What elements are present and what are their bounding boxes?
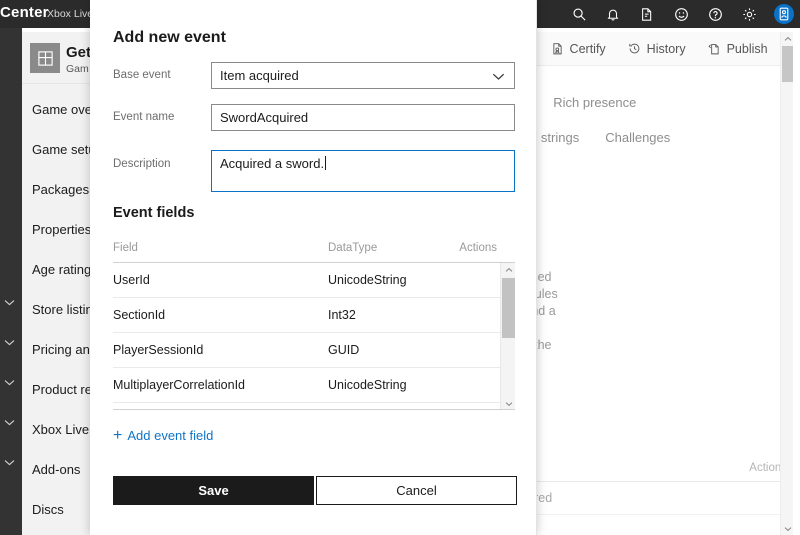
- bell-icon[interactable]: [604, 5, 622, 23]
- event-name-input[interactable]: SwordAcquired: [211, 104, 515, 131]
- command-certify-label: Certify: [569, 41, 606, 56]
- table-row[interactable]: PlayerSessionId GUID: [113, 333, 515, 368]
- background-table-header: es Actions: [507, 462, 793, 481]
- event-fields-table: Field DataType Actions UserId UnicodeStri…: [113, 242, 515, 410]
- page-scrollbar[interactable]: [780, 32, 793, 535]
- product-name: Get: [66, 44, 92, 61]
- product-subtitle: Gam: [66, 63, 89, 75]
- brand-title[interactable]: Center: [0, 4, 49, 21]
- chevron-down-icon[interactable]: [4, 339, 18, 353]
- plus-icon: +: [113, 427, 123, 444]
- event-name-label: Event name: [113, 111, 175, 123]
- background-table: es Actions nfigured: [507, 462, 793, 515]
- description-value: Acquired a sword.: [220, 156, 325, 171]
- certify-icon: [551, 42, 564, 56]
- command-history[interactable]: History: [628, 42, 686, 56]
- event-fields-rows: UserId UnicodeString SectionId Int32 PlayerS…: [113, 263, 515, 403]
- table-row[interactable]: UserId UnicodeString: [113, 263, 515, 298]
- chevron-down-icon: [492, 69, 506, 83]
- background-table-row: nfigured: [507, 481, 793, 515]
- description-row: Description Acquired a sword.: [113, 150, 515, 192]
- field-datatype-cell: GUID: [328, 343, 360, 357]
- scroll-down-icon[interactable]: [781, 522, 793, 535]
- event-fields-table-header: Field DataType Actions: [113, 242, 515, 262]
- scroll-down-icon[interactable]: [501, 397, 515, 409]
- help-icon[interactable]: [706, 5, 724, 23]
- dialog-title: Add new event: [113, 29, 226, 46]
- event-fields-table-body: UserId UnicodeString SectionId Int32 PlayerS…: [113, 262, 515, 410]
- feedback-document-icon[interactable]: [638, 5, 656, 23]
- search-icon[interactable]: [570, 5, 588, 23]
- add-event-field-link[interactable]: + Add event field: [113, 427, 214, 444]
- base-event-select[interactable]: Item acquired: [211, 62, 515, 89]
- col-field: Field: [113, 242, 138, 254]
- event-fields-scrollbar[interactable]: [500, 263, 515, 409]
- chevron-down-icon[interactable]: [4, 459, 18, 473]
- cancel-button[interactable]: Cancel: [316, 476, 517, 505]
- history-icon: [628, 42, 641, 55]
- top-icon-group: [570, 0, 794, 28]
- field-name-cell: MultiplayerCorrelationId: [113, 378, 246, 392]
- publish-icon: [708, 42, 721, 56]
- field-datatype-cell: UnicodeString: [328, 378, 407, 392]
- avatar[interactable]: [774, 4, 794, 24]
- event-name-row: Event name SwordAcquired: [113, 104, 515, 131]
- smiley-icon[interactable]: [672, 5, 690, 23]
- event-fields-heading: Event fields: [113, 205, 195, 221]
- description-label: Description: [113, 158, 171, 170]
- table-row[interactable]: SectionId Int32: [113, 298, 515, 333]
- brand-subtitle: Xbox Live: [47, 8, 94, 20]
- event-fields-scroll-thumb[interactable]: [502, 278, 515, 338]
- add-event-field-label: Add event field: [127, 428, 214, 443]
- table-row[interactable]: MultiplayerCorrelationId UnicodeString: [113, 368, 515, 403]
- product-tile-icon: [30, 43, 60, 73]
- col-actions: Actions: [459, 242, 497, 254]
- description-textarea[interactable]: Acquired a sword.: [211, 150, 515, 192]
- command-history-label: History: [646, 41, 686, 56]
- field-datatype-cell: Int32: [328, 308, 356, 322]
- field-name-cell: PlayerSessionId: [113, 343, 204, 357]
- scroll-up-icon[interactable]: [781, 32, 793, 45]
- save-button[interactable]: Save: [113, 476, 314, 505]
- tab-rich-presence[interactable]: Rich presence: [553, 95, 636, 110]
- add-new-event-dialog: Add new event Base event Item acquired E…: [90, 0, 537, 535]
- gear-icon[interactable]: [740, 5, 758, 23]
- field-name-cell: SectionId: [113, 308, 166, 322]
- tab-challenges[interactable]: Challenges: [605, 130, 670, 145]
- event-name-value: SwordAcquired: [220, 110, 309, 125]
- chevron-down-icon[interactable]: [4, 419, 18, 433]
- col-datatype: DataType: [328, 242, 378, 254]
- command-publish-label: Publish: [726, 41, 768, 56]
- field-datatype-cell: UnicodeString: [328, 273, 407, 287]
- base-event-row: Base event Item acquired: [113, 62, 515, 89]
- scroll-up-icon[interactable]: [501, 263, 515, 277]
- dialog-button-row: Save Cancel: [113, 476, 517, 505]
- app-root: Center Xbox Live Get Gam Game overv Game…: [0, 0, 800, 535]
- text-caret: [325, 156, 327, 170]
- field-name-cell: UserId: [113, 273, 150, 287]
- page-scroll-thumb[interactable]: [782, 46, 793, 82]
- command-certify[interactable]: Certify: [551, 42, 606, 56]
- base-event-value: Item acquired: [220, 68, 299, 83]
- command-publish[interactable]: Publish: [708, 42, 768, 56]
- chevron-down-icon[interactable]: [4, 379, 18, 393]
- left-rail: [0, 28, 22, 535]
- base-event-label: Base event: [113, 69, 171, 81]
- chevron-down-icon[interactable]: [4, 299, 18, 313]
